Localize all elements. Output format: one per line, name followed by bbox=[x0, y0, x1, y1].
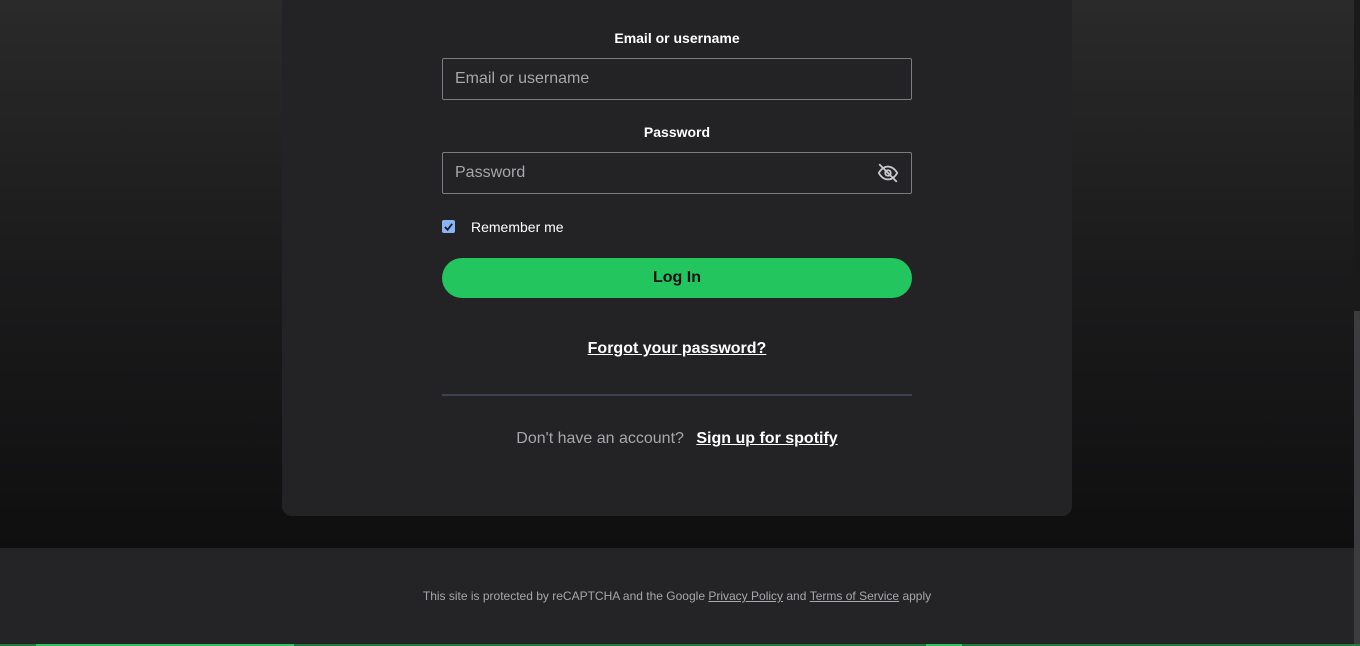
remember-me-checkbox[interactable] bbox=[442, 219, 455, 233]
password-input[interactable] bbox=[455, 164, 877, 182]
divider bbox=[442, 394, 912, 396]
privacy-policy-link[interactable]: Privacy Policy bbox=[708, 589, 783, 603]
terms-of-service-link[interactable]: Terms of Service bbox=[810, 589, 899, 603]
checkmark-icon bbox=[444, 222, 453, 231]
login-page: Email or username Password Remember me L… bbox=[0, 0, 1360, 646]
email-input[interactable] bbox=[455, 70, 899, 88]
password-label: Password bbox=[643, 124, 711, 140]
footer-text-before: This site is protected by reCAPTCHA and … bbox=[422, 589, 705, 603]
footer-text-after: apply bbox=[902, 589, 932, 603]
remember-me-label: Remember me bbox=[471, 219, 564, 235]
remember-me-row[interactable]: Remember me bbox=[442, 217, 564, 235]
email-field-wrapper[interactable] bbox=[442, 58, 912, 100]
password-field-wrapper[interactable] bbox=[442, 152, 912, 194]
eye-off-icon[interactable] bbox=[877, 162, 899, 184]
footer: This site is protected by reCAPTCHA and … bbox=[0, 548, 1354, 644]
forgot-password-link[interactable]: Forgot your password? bbox=[442, 340, 912, 358]
email-label: Email or username bbox=[614, 30, 740, 46]
login-button[interactable]: Log In bbox=[442, 258, 912, 298]
signup-question: Don't have an account? bbox=[516, 430, 684, 447]
signup-row: Don't have an account? Sign up for spoti… bbox=[442, 430, 912, 448]
scrollbar-thumb[interactable] bbox=[1354, 311, 1360, 646]
signup-link[interactable]: Sign up for spotify bbox=[696, 430, 837, 447]
footer-and: and bbox=[786, 589, 807, 603]
